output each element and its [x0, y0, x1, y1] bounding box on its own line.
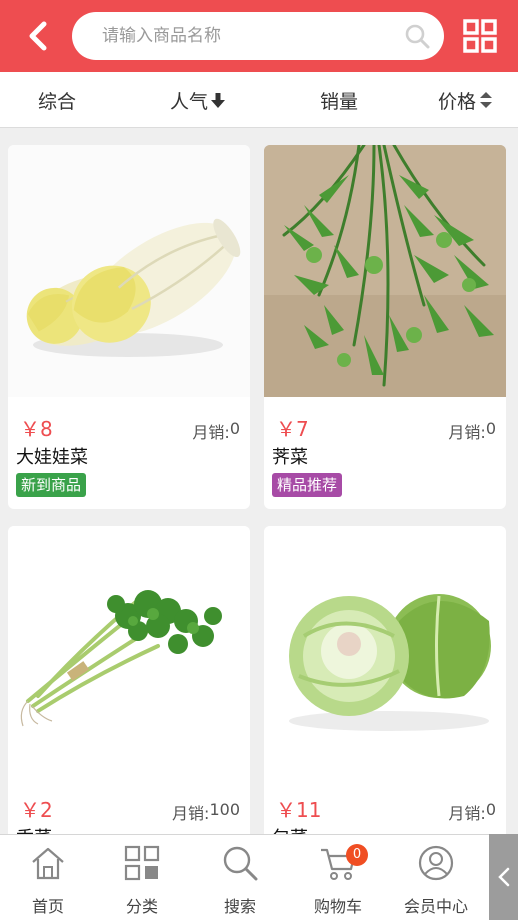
sort-bar: 综合 人气 销量 价格 — [0, 72, 518, 128]
tab-label: 首页 — [31, 897, 64, 916]
side-panel-toggle[interactable] — [489, 834, 518, 920]
monthly-sales-value: 100 — [209, 800, 240, 819]
search-icon[interactable] — [404, 23, 430, 49]
sort-tab-overall[interactable]: 综合 — [38, 72, 76, 128]
cabbage-image — [264, 526, 506, 778]
sort-tab-popularity[interactable]: 人气 — [170, 72, 226, 128]
recommended-badge: 精品推荐 — [272, 473, 343, 497]
coriander-image — [8, 526, 250, 778]
arrow-down-icon — [211, 93, 226, 108]
back-button[interactable] — [18, 16, 58, 56]
bottom-tab-bar: 首页 分类 搜索 0 购物车 会员中心 — [0, 834, 518, 920]
tab-label: 会员中心 — [403, 897, 468, 916]
napa-cabbage-image — [8, 145, 250, 397]
monthly-sales: 月销: 0 — [448, 800, 496, 824]
monthly-sales-label: 月销: — [172, 804, 210, 823]
tab-label: 分类 — [125, 897, 158, 916]
home-icon — [32, 847, 64, 880]
search-input[interactable] — [102, 12, 392, 60]
monthly-sales: 月销: 0 — [192, 419, 240, 443]
product-card[interactable]: ￥11 月销:0 包菜 — [264, 526, 506, 846]
product-name: 大娃娃菜 — [16, 447, 88, 468]
monthly-sales: 月销: 100 — [172, 800, 240, 824]
monthly-sales-value: 0 — [485, 419, 496, 438]
product-price: ￥11 — [276, 798, 322, 822]
search-box — [72, 12, 444, 60]
cart-count-badge: 0 — [346, 844, 368, 866]
sort-tab-sales[interactable]: 销量 — [320, 72, 358, 128]
grid-view-icon[interactable] — [462, 18, 498, 54]
product-price: ￥7 — [276, 417, 309, 441]
monthly-sales-label: 月销: — [448, 423, 486, 442]
product-price: ￥2 — [20, 798, 53, 822]
tab-cart[interactable]: 0 购物车 — [290, 835, 386, 920]
sort-tab-price[interactable]: 价格 — [438, 72, 493, 128]
monthly-sales-label: 月销: — [192, 423, 230, 442]
category-grid-icon — [124, 845, 160, 881]
tab-member-center[interactable]: 会员中心 — [388, 835, 484, 920]
tab-search[interactable]: 搜索 — [192, 835, 288, 920]
tab-label: 购物车 — [313, 897, 362, 916]
shepherds-purse-image — [264, 145, 506, 397]
sort-tab-label: 价格 — [438, 90, 477, 113]
user-icon — [418, 845, 454, 881]
monthly-sales-value: 0 — [229, 419, 240, 438]
search-icon — [223, 846, 258, 881]
tab-label: 搜索 — [223, 897, 256, 916]
product-name: 荠菜 — [272, 447, 308, 468]
tab-category[interactable]: 分类 — [94, 835, 190, 920]
header-bar — [0, 0, 518, 72]
tab-home[interactable]: 首页 — [0, 835, 96, 920]
product-card[interactable]: ￥7 月销: 0 荠菜 精品推荐 — [264, 145, 506, 509]
sort-tab-label: 销量 — [320, 90, 359, 113]
monthly-sales: 月销: 0 — [448, 419, 496, 443]
product-card[interactable]: ￥2 月销:100 香菜 — [8, 526, 250, 846]
monthly-sales-label: 月销: — [448, 804, 486, 823]
product-card[interactable]: ￥8 月销: 0 大娃娃菜 新到商品 — [8, 145, 250, 509]
monthly-sales-value: 0 — [485, 800, 496, 819]
chevron-left-icon — [29, 21, 47, 51]
sort-tab-label: 综合 — [38, 90, 77, 113]
product-price: ￥8 — [20, 417, 53, 441]
new-arrival-badge: 新到商品 — [16, 473, 87, 497]
sort-tab-label: 人气 — [170, 90, 209, 113]
sort-up-down-icon — [480, 92, 493, 108]
chevron-left-icon — [497, 867, 509, 887]
